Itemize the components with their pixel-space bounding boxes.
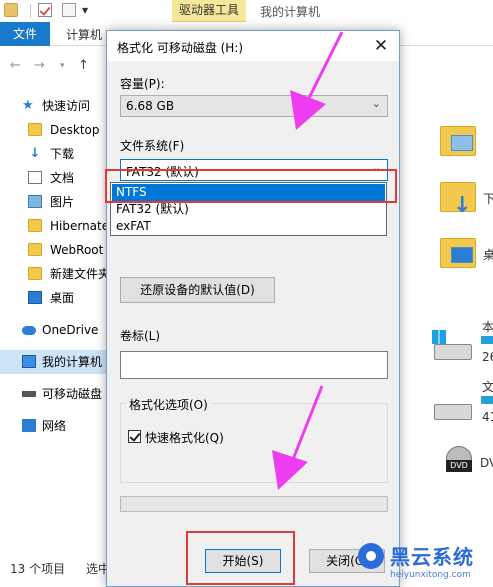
- sidebar-item-label: 我的计算机: [42, 355, 103, 369]
- forward-arrow-icon[interactable]: →: [34, 58, 45, 73]
- toolbar-separator: [30, 4, 31, 18]
- sidebar-item-label: 网络: [42, 419, 67, 433]
- sidebar-item-quick-access[interactable]: ★ 快速访问: [0, 94, 110, 118]
- up-arrow-icon[interactable]: ↑: [78, 58, 89, 73]
- sidebar-item-label: Hibernate: [50, 219, 110, 233]
- drive-d-usage-bar: [481, 396, 493, 404]
- downloads-label: 下: [483, 192, 493, 206]
- sidebar-item-new-folder[interactable]: 新建文件夹: [0, 262, 110, 286]
- sidebar-item-desktop[interactable]: 桌面: [0, 286, 110, 310]
- sidebar-item-desktop-folder[interactable]: Desktop: [0, 118, 110, 142]
- sidebar-item-documents[interactable]: 文档: [0, 166, 110, 190]
- sidebar-item-my-computer[interactable]: 我的计算机: [0, 350, 110, 374]
- drive-c-label: 本: [482, 320, 493, 334]
- format-progress-bar: [120, 496, 388, 512]
- sidebar-item-label: 快速访问: [42, 99, 91, 113]
- document-icon: [28, 171, 42, 184]
- sidebar-item-label: 可移动磁盘: [42, 387, 103, 401]
- usb-drive-icon: [22, 391, 36, 397]
- drive-c-usage-bar: [481, 336, 493, 344]
- capacity-label: 容量(P):: [120, 77, 165, 91]
- back-arrow-icon[interactable]: ←: [10, 58, 21, 73]
- navigation-pane: ★ 快速访问 Desktop ↓ 下载 文档 图片 Hibernate WebR…: [0, 90, 110, 550]
- close-icon[interactable]: ✕: [369, 35, 393, 57]
- sidebar-item-hibernate[interactable]: Hibernate: [0, 214, 110, 238]
- format-options-group: 格式化选项(O) 快速格式化(Q): [120, 396, 388, 483]
- capacity-select[interactable]: 6.68 GB ⌄: [120, 95, 388, 117]
- sidebar-item-label: 下载: [50, 147, 75, 161]
- new-folder-icon[interactable]: [62, 3, 76, 17]
- folder-icon: [4, 3, 18, 17]
- dialog-title: 格式化 可移动磁盘 (H:): [117, 41, 244, 55]
- folder-icon: [28, 123, 42, 136]
- capacity-value: 6.68 GB: [126, 99, 175, 113]
- filesystem-option-exfat[interactable]: exFAT: [112, 218, 385, 235]
- highlight-box-start: [186, 531, 295, 585]
- drive-d-label: 文: [482, 380, 493, 394]
- sidebar-item-label: 桌面: [50, 291, 75, 305]
- ribbon-context-tab-drive-tools[interactable]: 驱动器工具: [172, 0, 246, 22]
- chevron-down-icon: ⌄: [371, 97, 381, 110]
- windows-logo-icon: [432, 330, 446, 344]
- star-icon: ★: [22, 98, 34, 113]
- sidebar-item-label: WebRoot: [50, 243, 104, 257]
- folder-pictures-icon[interactable]: [440, 126, 476, 156]
- brand-logo-icon: [358, 543, 384, 569]
- window-title: 我的计算机: [260, 5, 321, 19]
- pictures-icon: [28, 195, 42, 208]
- filesystem-option-fat32[interactable]: FAT32 (默认): [112, 201, 385, 218]
- dvd-badge: DVD: [446, 460, 472, 472]
- sidebar-item-webroot[interactable]: WebRoot: [0, 238, 110, 262]
- filesystem-label: 文件系统(F): [120, 139, 185, 153]
- sidebar-item-label: Desktop: [50, 123, 100, 137]
- dialog-titlebar: 格式化 可移动磁盘 (H:) ✕: [107, 31, 399, 61]
- explorer-titlebar: ▼ 驱动器工具 我的计算机: [0, 0, 493, 22]
- format-options-title: 格式化选项(O): [126, 396, 211, 413]
- drive-c-size: 26: [482, 350, 493, 364]
- quick-format-checkbox[interactable]: [128, 430, 141, 443]
- local-disk-c-icon[interactable]: [434, 344, 472, 360]
- drive-d-size: 41: [482, 410, 493, 424]
- sidebar-item-label: OneDrive: [42, 323, 99, 337]
- sidebar-item-label: 文档: [50, 171, 75, 185]
- folder-desktop-icon[interactable]: [440, 238, 476, 268]
- restore-defaults-button[interactable]: 还原设备的默认值(D): [120, 277, 275, 303]
- watermark-url: heiyunxitong.com: [390, 570, 471, 580]
- sidebar-item-downloads[interactable]: ↓ 下载: [0, 142, 110, 166]
- tab-file[interactable]: 文件: [0, 22, 50, 46]
- highlight-box-ntfs: [105, 169, 397, 203]
- format-dialog: 格式化 可移动磁盘 (H:) ✕ 容量(P): 6.68 GB ⌄ 文件系统(F…: [105, 30, 400, 587]
- watermark-brand: 黑云系统: [390, 545, 474, 569]
- desktop-icon: [28, 291, 42, 304]
- item-count: 13 个项目: [10, 562, 66, 576]
- properties-icon[interactable]: [38, 3, 52, 17]
- cloud-icon: [22, 326, 36, 335]
- watermark: 黑云系统 heiyunxitong.com: [356, 540, 493, 587]
- volume-label-input[interactable]: [120, 351, 388, 379]
- folder-icon: [28, 267, 42, 280]
- network-icon: [22, 419, 36, 432]
- sidebar-item-removable-disk[interactable]: 可移动磁盘: [0, 382, 110, 406]
- sidebar-item-label: 图片: [50, 195, 75, 209]
- folder-downloads-icon[interactable]: ↓: [440, 182, 476, 217]
- sidebar-item-onedrive[interactable]: OneDrive: [0, 318, 110, 342]
- desktop-label: 桌: [483, 248, 493, 262]
- computer-icon: [22, 355, 36, 368]
- sidebar-item-network[interactable]: 网络: [0, 414, 110, 438]
- quick-format-label[interactable]: 快速格式化(Q): [145, 429, 224, 446]
- local-disk-d-icon[interactable]: [434, 404, 472, 420]
- sidebar-item-label: 新建文件夹: [50, 267, 110, 281]
- dvd-label: DV: [480, 456, 493, 470]
- volume-label-caption: 卷标(L): [120, 329, 161, 343]
- folder-icon: [28, 243, 42, 256]
- recent-locations-icon[interactable]: ▾: [60, 61, 65, 71]
- download-icon: ↓: [29, 146, 41, 161]
- customize-quick-access-icon[interactable]: ▼: [82, 6, 88, 15]
- tab-computer[interactable]: 计算机: [66, 26, 102, 43]
- sidebar-item-pictures[interactable]: 图片: [0, 190, 110, 214]
- folder-icon: [28, 219, 42, 232]
